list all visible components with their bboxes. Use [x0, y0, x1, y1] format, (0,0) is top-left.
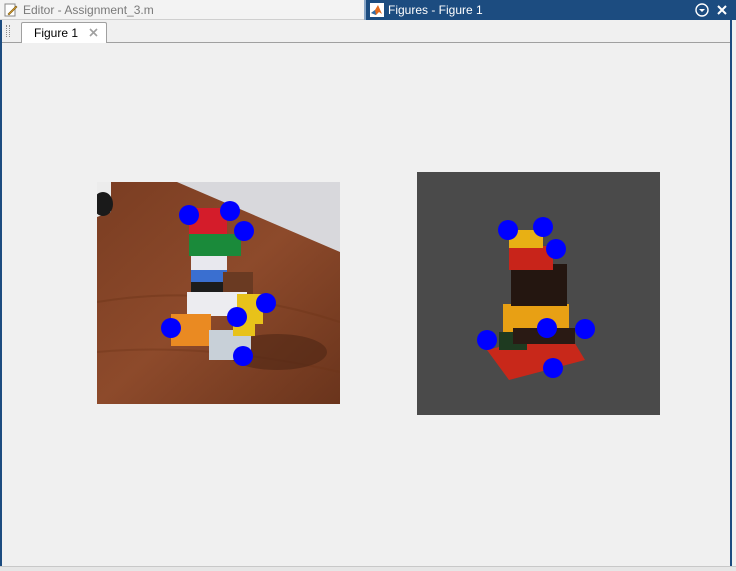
point-marker [161, 318, 181, 338]
point-marker [543, 358, 563, 378]
tab-figure-1-label: Figure 1 [34, 26, 79, 40]
document-tab-strip: Figure 1 [2, 20, 730, 43]
point-marker [546, 239, 566, 259]
drag-grip-icon[interactable] [6, 25, 10, 37]
figures-window-bar: Figures - Figure 1 [364, 0, 736, 20]
point-marker [179, 205, 199, 225]
circle-down-icon[interactable] [694, 2, 710, 18]
tab-close-icon[interactable] [88, 27, 99, 38]
point-marker [477, 330, 497, 350]
original-photo-image [97, 182, 340, 404]
point-marker [575, 319, 595, 339]
rendered-view-axes[interactable] [417, 172, 660, 415]
point-marker [256, 293, 276, 313]
point-marker [498, 220, 518, 240]
editor-window-tab[interactable]: Editor - Assignment_3.m [0, 0, 364, 20]
point-marker [220, 201, 240, 221]
editor-tab-label: Editor - Assignment_3.m [23, 3, 154, 17]
point-marker [227, 307, 247, 327]
title-bar: Editor - Assignment_3.m Figures - Figure… [0, 0, 736, 20]
close-icon[interactable] [714, 2, 730, 18]
point-marker [533, 217, 553, 237]
figure-window: Figure 1 [0, 20, 732, 568]
point-marker [234, 221, 254, 241]
point-marker [537, 318, 557, 338]
status-strip [0, 566, 736, 571]
matlab-logo-icon [370, 3, 384, 17]
original-photo-axes[interactable] [97, 182, 340, 404]
rendered-view-image [417, 172, 660, 415]
point-marker [233, 346, 253, 366]
pencil-editor-icon [4, 3, 18, 17]
tab-figure-1[interactable]: Figure 1 [21, 22, 107, 43]
figures-title: Figures - Figure 1 [388, 3, 483, 17]
